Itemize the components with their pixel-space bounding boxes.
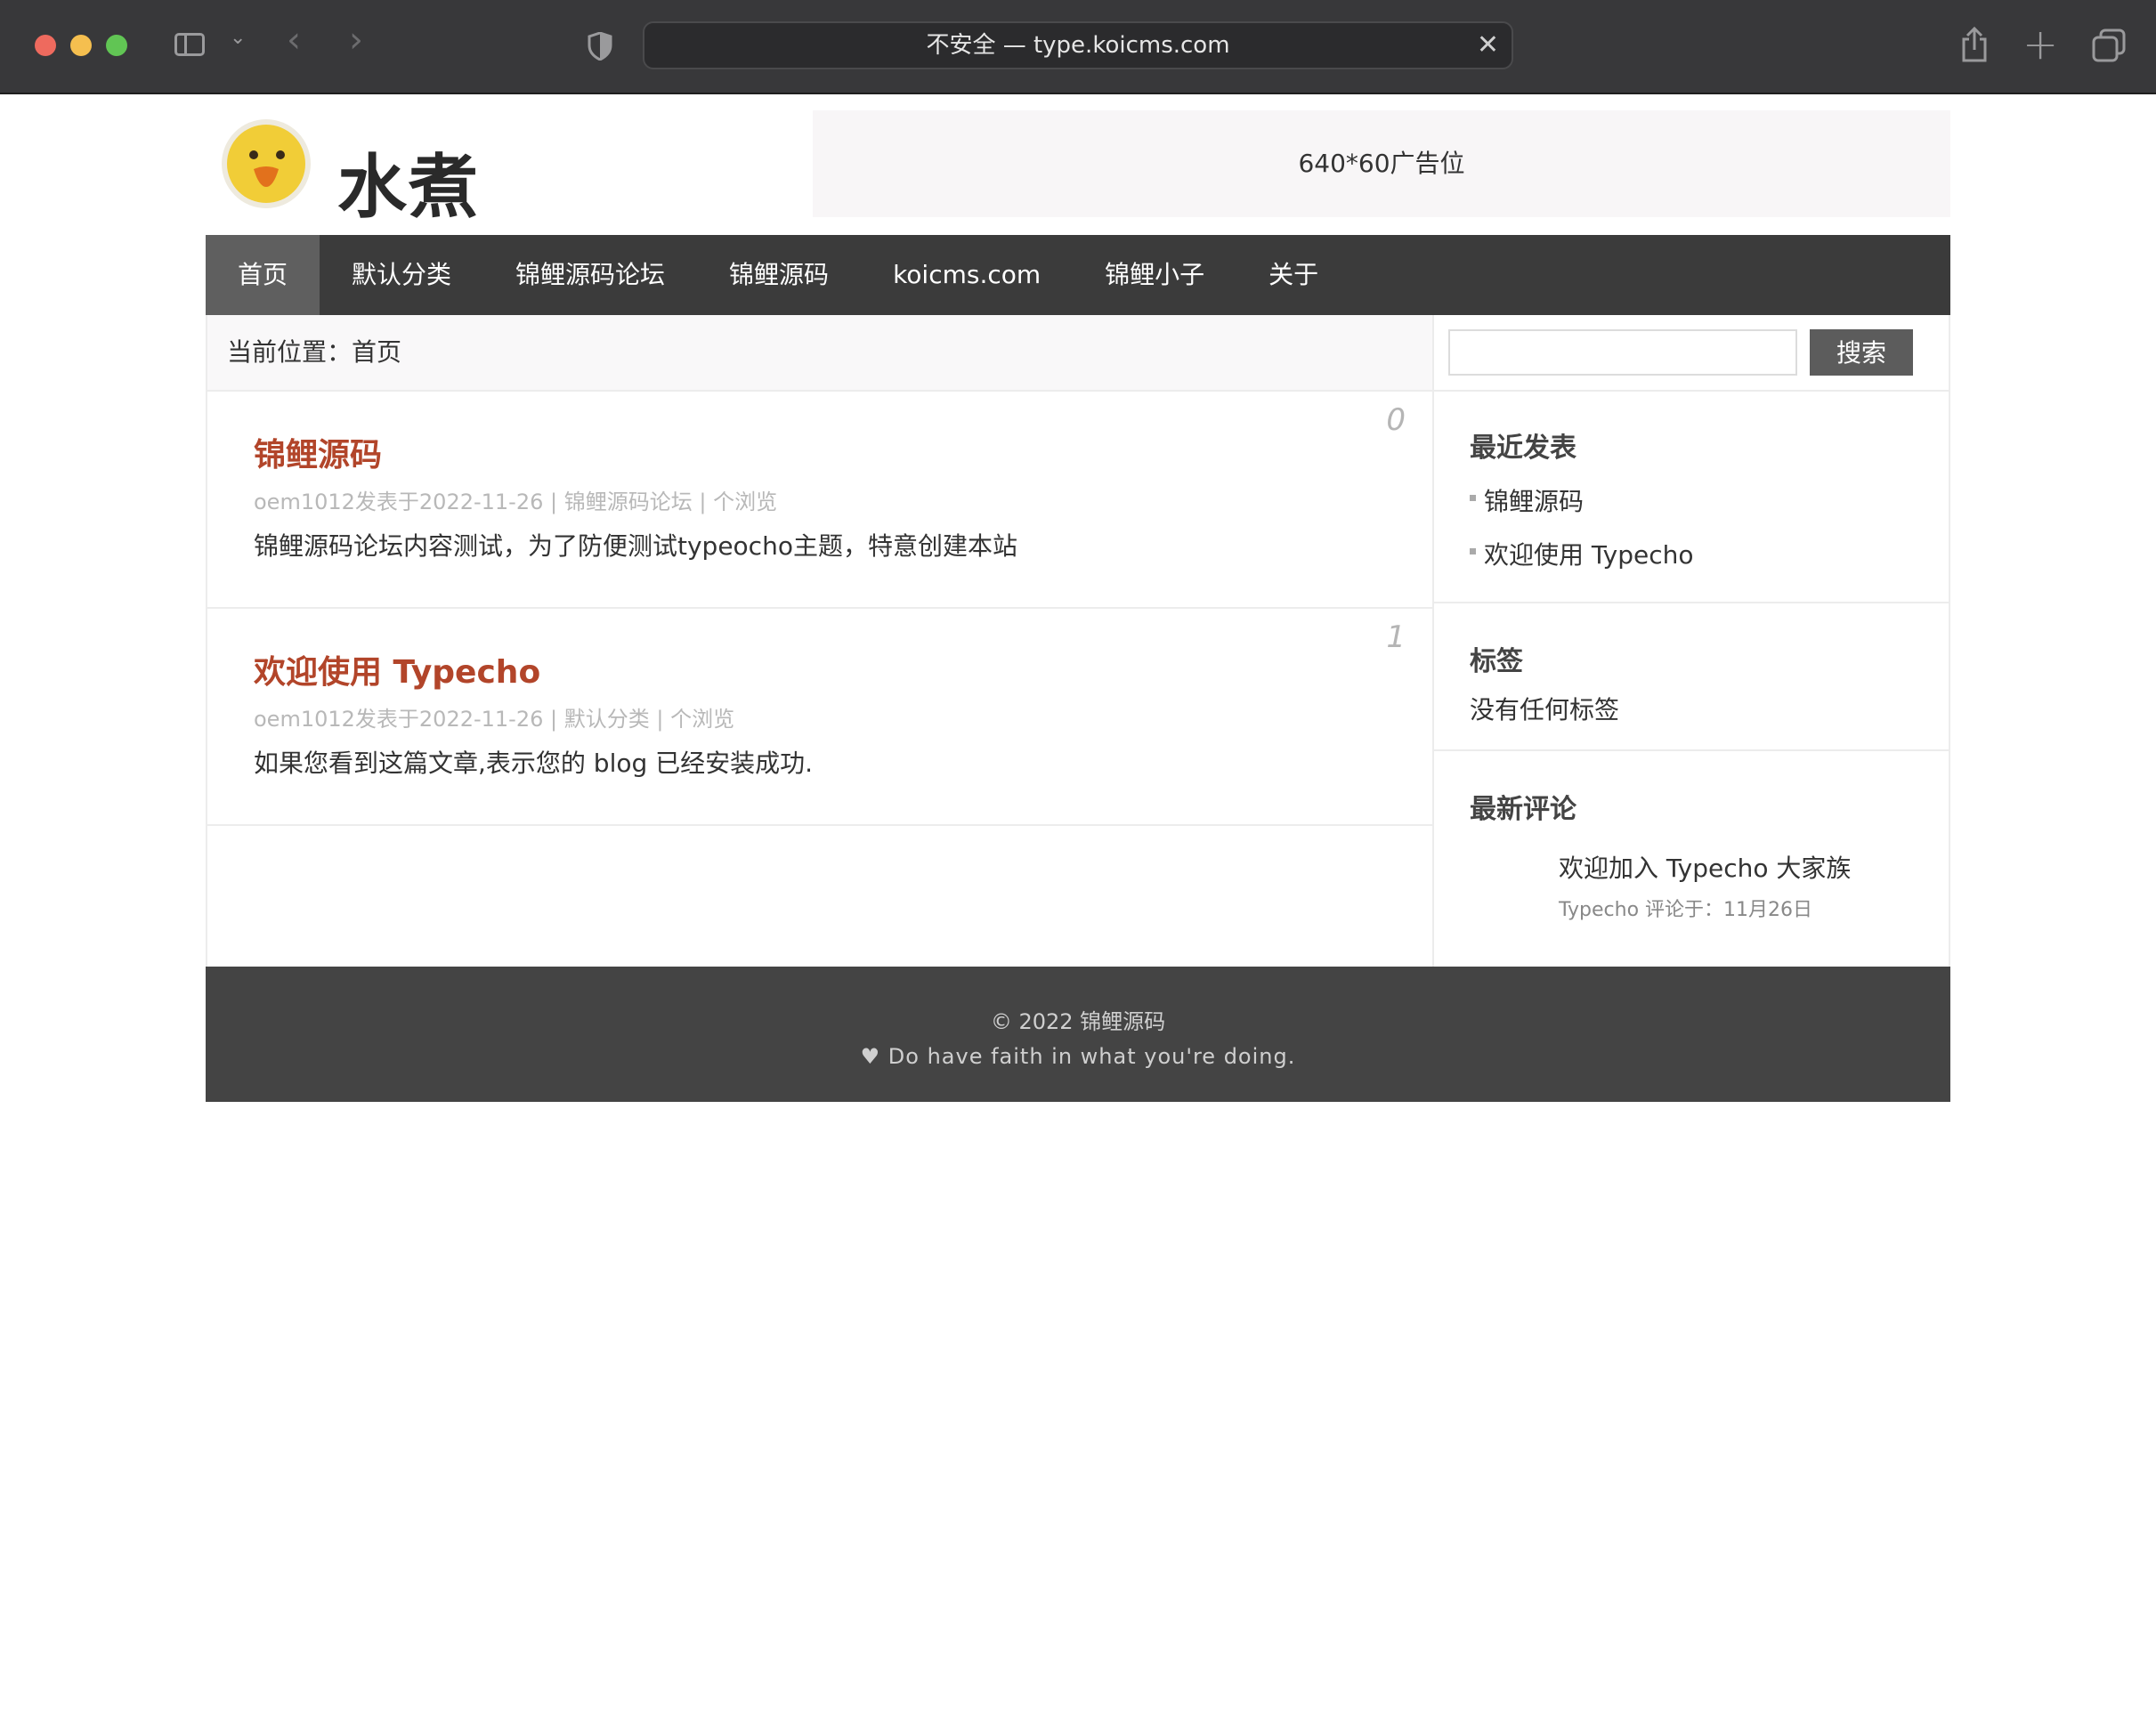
page-container: 水煮蛋 640*60广告位 首页 默认分类 锦鲤源码论坛 锦鲤源码 koicms… xyxy=(206,93,1950,1102)
nav-item-forum[interactable]: 锦鲤源码论坛 xyxy=(483,235,697,315)
main-column: 当前位置：首页 锦鲤源码 oem1012发表于2022-11-26 | 锦鲤源码… xyxy=(207,315,1434,967)
post-excerpt: 锦鲤源码论坛内容测试，为了防便测试typeocho主题，特意创建本站 xyxy=(254,531,1017,561)
chevron-down-icon[interactable]: ⌄ xyxy=(230,27,246,49)
recent-posts-widget: 最近发表 锦鲤源码 欢迎使用 Typecho xyxy=(1434,392,1949,603)
comment-count[interactable]: 0 xyxy=(1386,402,1406,438)
recent-post-link[interactable]: 欢迎使用 Typecho xyxy=(1470,536,1913,571)
nav-item-default-category[interactable]: 默认分类 xyxy=(320,235,483,315)
widget-title: 最新评论 xyxy=(1470,794,1576,825)
shield-icon[interactable] xyxy=(588,31,612,61)
post-item: 锦鲤源码 oem1012发表于2022-11-26 | 锦鲤源码论坛 | 个浏览… xyxy=(207,392,1432,609)
search-input[interactable] xyxy=(1448,329,1797,376)
footer-tagline: ♥ Do have faith in what you're doing. xyxy=(860,1044,1296,1069)
forward-icon[interactable]: › xyxy=(349,20,363,61)
sidebar: 搜索 最近发表 锦鲤源码 欢迎使用 Typecho 标签 没有任何标签 最新评论… xyxy=(1434,315,1949,967)
close-window-button[interactable] xyxy=(35,35,56,56)
share-icon[interactable] xyxy=(1958,26,1990,62)
post-title-link[interactable]: 锦鲤源码 xyxy=(254,429,382,475)
comment-link[interactable]: 欢迎加入 Typecho 大家族 xyxy=(1559,849,1913,885)
content-area: 当前位置：首页 锦鲤源码 oem1012发表于2022-11-26 | 锦鲤源码… xyxy=(206,315,1950,967)
comment-meta: Typecho 评论于：11月26日 xyxy=(1559,899,1813,921)
plus-icon[interactable]: + xyxy=(2022,20,2058,69)
widget-title: 最近发表 xyxy=(1470,433,1576,464)
comment-count[interactable]: 1 xyxy=(1386,619,1406,655)
nav-item-koi-kid[interactable]: 锦鲤小子 xyxy=(1073,235,1236,315)
post-meta: oem1012发表于2022-11-26 | 锦鲤源码论坛 | 个浏览 xyxy=(254,490,778,514)
back-icon[interactable]: ‹ xyxy=(287,20,301,61)
tabs-icon[interactable] xyxy=(2092,28,2126,62)
browser-toolbar: ⌄ ‹ › 不安全 — type.koicms.com ✕ + xyxy=(0,0,2156,94)
post-excerpt: 如果您看到这篇文章,表示您的 blog 已经安装成功. xyxy=(254,749,814,778)
zoom-window-button[interactable] xyxy=(106,35,127,56)
url-text: 不安全 — type.koicms.com xyxy=(926,32,1230,59)
breadcrumb: 当前位置：首页 xyxy=(207,315,1432,392)
recent-post-link[interactable]: 锦鲤源码 xyxy=(1470,482,1913,518)
close-icon[interactable]: ✕ xyxy=(1477,23,1499,68)
sidebar-icon[interactable] xyxy=(174,33,205,56)
site-footer: © 2022 锦鲤源码 ♥ Do have faith in what you'… xyxy=(206,967,1950,1102)
site-header: 水煮蛋 640*60广告位 xyxy=(206,93,1950,328)
duck-icon xyxy=(222,119,311,208)
post-meta: oem1012发表于2022-11-26 | 默认分类 | 个浏览 xyxy=(254,707,735,732)
nav-item-home[interactable]: 首页 xyxy=(206,235,320,315)
post-title-link[interactable]: 欢迎使用 Typecho xyxy=(254,646,540,692)
nav-item-source[interactable]: 锦鲤源码 xyxy=(697,235,861,315)
ad-banner[interactable]: 640*60广告位 xyxy=(813,110,1950,217)
tags-empty-text: 没有任何标签 xyxy=(1470,695,1620,724)
main-nav: 首页 默认分类 锦鲤源码论坛 锦鲤源码 koicms.com 锦鲤小子 关于 xyxy=(206,235,1950,315)
tags-widget: 标签 没有任何标签 xyxy=(1434,603,1949,751)
search-button[interactable]: 搜索 xyxy=(1810,329,1913,376)
nav-item-about[interactable]: 关于 xyxy=(1236,235,1350,315)
post-item: 欢迎使用 Typecho oem1012发表于2022-11-26 | 默认分类… xyxy=(207,609,1432,826)
copyright-text: © 2022 锦鲤源码 xyxy=(990,1009,1166,1034)
address-bar[interactable]: 不安全 — type.koicms.com ✕ xyxy=(643,21,1513,69)
minimize-window-button[interactable] xyxy=(70,35,92,56)
recent-comments-widget: 最新评论 欢迎加入 Typecho 大家族 Typecho 评论于：11月26日 xyxy=(1434,751,1949,965)
comment-item: 欢迎加入 Typecho 大家族 Typecho 评论于：11月26日 xyxy=(1559,849,1913,922)
widget-title: 标签 xyxy=(1470,646,1523,677)
nav-item-koicms[interactable]: koicms.com xyxy=(861,235,1073,315)
search-form: 搜索 xyxy=(1434,315,1949,392)
site-logo[interactable]: 水煮蛋 xyxy=(215,114,535,328)
